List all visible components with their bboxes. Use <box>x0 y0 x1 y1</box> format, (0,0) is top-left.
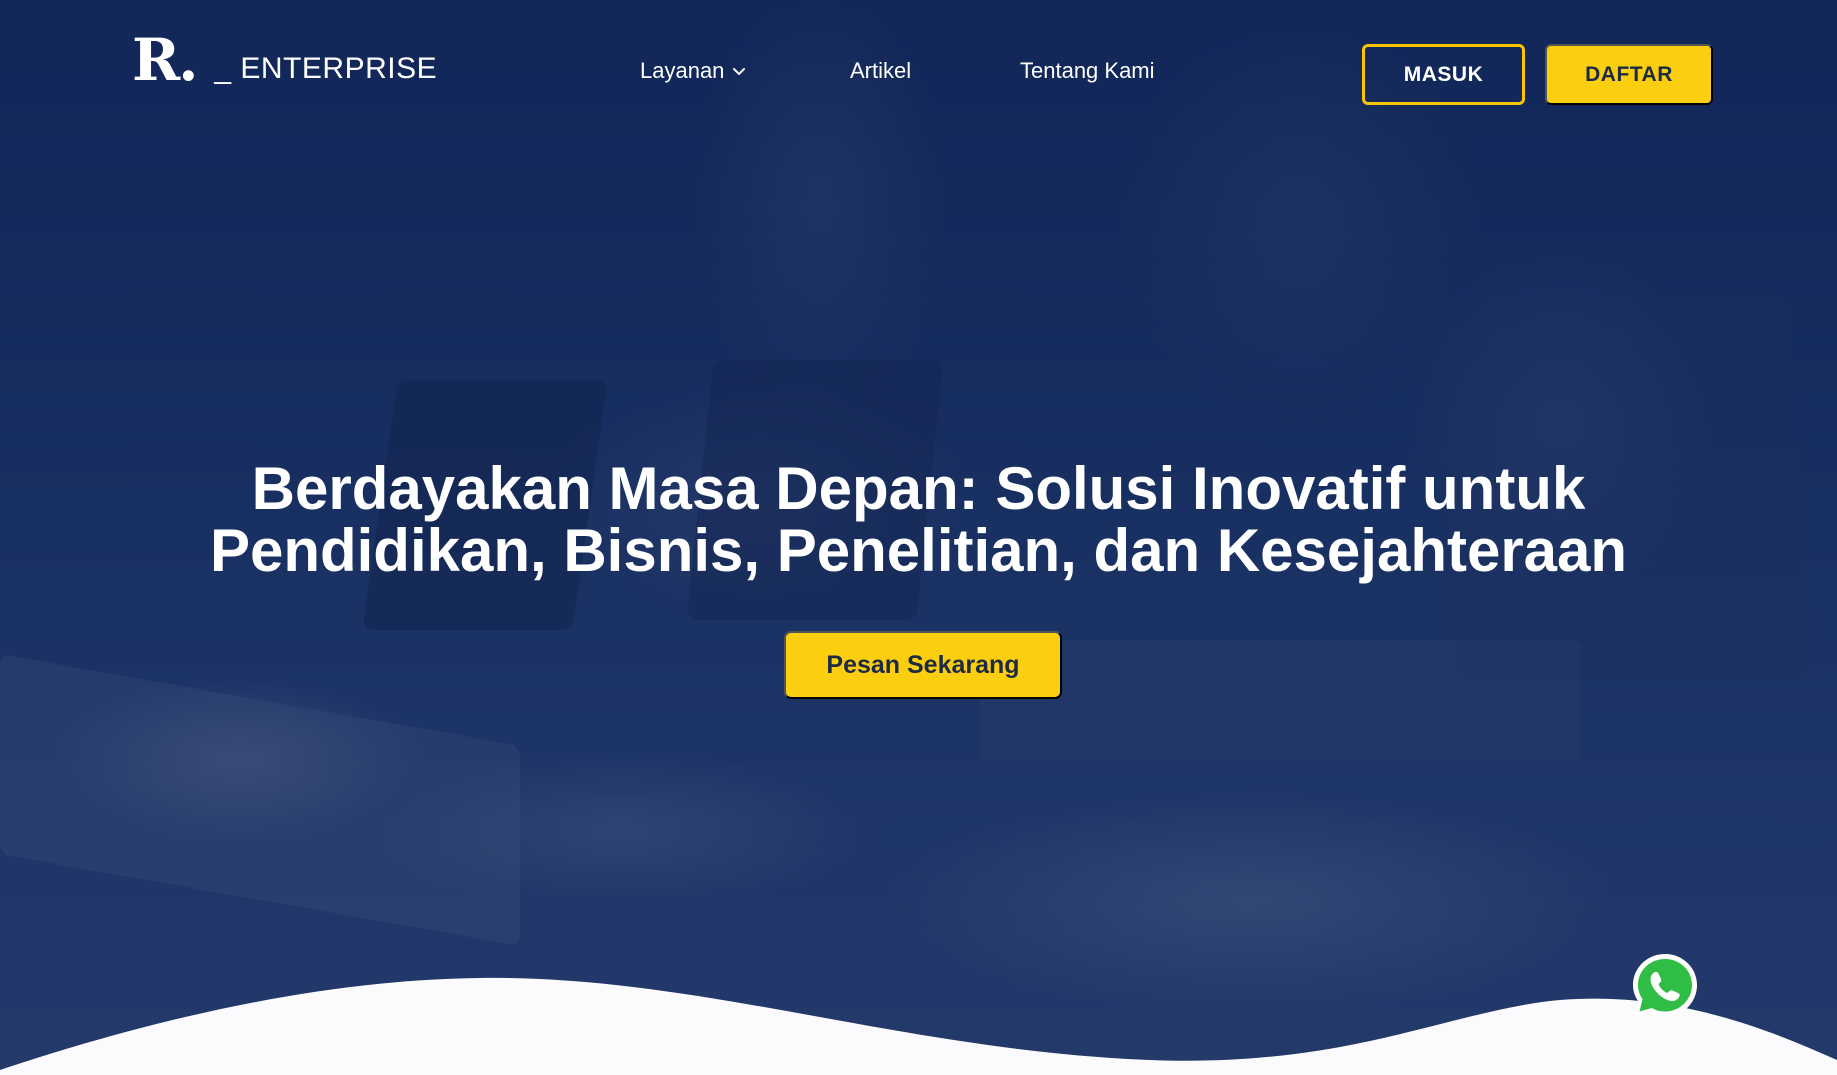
nav-item-label: Layanan <box>640 58 725 83</box>
nav-item-label: Artikel <box>850 58 912 83</box>
hero-title-line-2: Pendidikan, Bisnis, Penelitian, dan Kese… <box>209 517 1628 584</box>
brand-logo[interactable]: R. _ ENTERPRISE <box>132 22 437 92</box>
chevron-down-icon <box>733 68 746 75</box>
order-now-button[interactable]: Pesan Sekarang <box>784 631 1062 699</box>
logo-text: _ ENTERPRISE <box>214 52 438 85</box>
nav-item-layanan[interactable]: Layanan <box>640 56 746 86</box>
whatsapp-icon <box>1633 954 1697 1018</box>
login-button[interactable]: MASUK <box>1362 44 1525 105</box>
register-button[interactable]: DAFTAR <box>1545 44 1713 105</box>
whatsapp-button[interactable] <box>1627 948 1703 1024</box>
nav-item-artikel[interactable]: Artikel <box>850 56 911 86</box>
nav-item-tentang-kami[interactable]: Tentang Kami <box>1020 56 1155 86</box>
top-navigation: R. _ ENTERPRISE Layanan Artikel Tentang … <box>0 0 1837 150</box>
logo-mark: R. <box>132 26 198 94</box>
hero-title-line-1: Berdayakan Masa Depan: Solusi Inovatif u… <box>251 455 1586 522</box>
nav-item-label: Tentang Kami <box>1020 58 1155 83</box>
hero-title: Berdayakan Masa Depan: Solusi Inovatif u… <box>0 458 1837 582</box>
bottom-wave-divider <box>0 977 1837 1075</box>
